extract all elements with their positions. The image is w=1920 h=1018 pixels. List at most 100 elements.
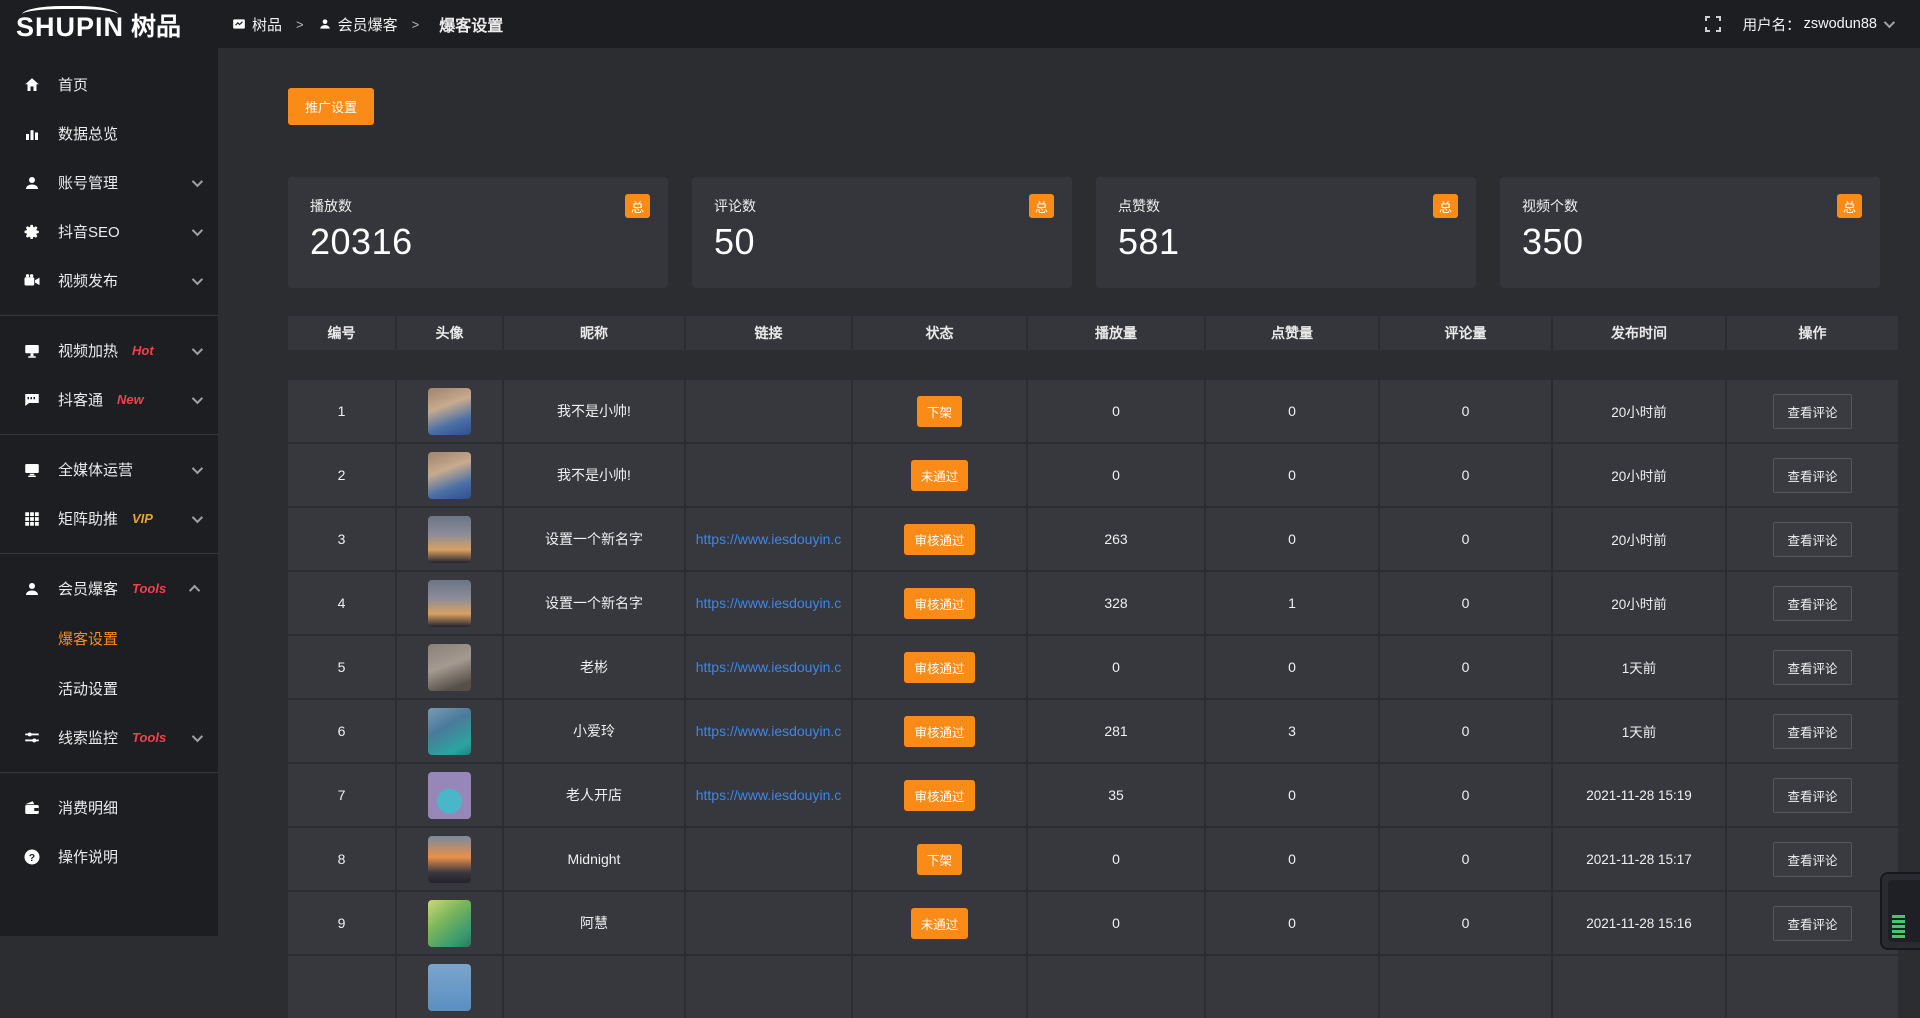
cell-time: 2021-11-28 15:19 [1553,764,1725,826]
breadcrumb-separator: > [296,17,304,32]
promo-settings-button[interactable]: 推广设置 [288,88,374,125]
total-badge: 总 [1029,194,1054,218]
cell-status: 审核通过 [853,572,1026,634]
cell-time: 20小时前 [1553,380,1725,442]
stat-value: 20316 [310,221,646,263]
new-badge: New [117,392,144,407]
status-badge: 审核通过 [904,780,974,811]
avatar [428,836,471,883]
stat-label: 播放数 [310,196,646,216]
sidebar-item-video-heat[interactable]: 视频加热 Hot [0,326,218,375]
cell-link: https://www.iesdouyin.c [686,636,851,698]
video-link[interactable]: https://www.iesdouyin.c [696,595,842,611]
chevron-down-icon [192,273,203,284]
view-comments-button[interactable]: 查看评论 [1773,394,1851,429]
avatar [428,772,471,819]
sidebar-item-account-mgmt[interactable]: 账号管理 [0,158,218,207]
view-comments-button[interactable]: 查看评论 [1773,842,1851,877]
cell-comments: 0 [1380,892,1551,954]
cell-status: 下架 [853,828,1026,890]
cell-likes: 0 [1206,508,1378,570]
sidebar-item-video-publish[interactable]: 视频发布 [0,256,218,305]
sidebar-item-douketong[interactable]: 抖客通 New [0,375,218,424]
video-link[interactable]: https://www.iesdouyin.c [696,787,842,803]
cell-plays: 328 [1028,572,1204,634]
sidebar-item-home[interactable]: 首页 [0,60,218,109]
brand-logo[interactable]: SHUPIN 树品 [0,0,218,54]
cell-action [1727,956,1898,1018]
avatar [428,964,471,1011]
cell-status [853,956,1026,1018]
sidebar-item-label: 消费明细 [58,797,118,818]
cell-comments: 0 [1380,636,1551,698]
topbar-right: 用户名：zswodun88 [1705,14,1892,35]
cell-action: 查看评论 [1727,892,1898,954]
col-header-num: 编号 [288,316,395,350]
video-link[interactable]: https://www.iesdouyin.c [696,659,842,675]
wallet-icon [23,799,41,817]
video-link[interactable]: https://www.iesdouyin.c [696,531,842,547]
sidebar-item-member-baoke[interactable]: 会员爆客 Tools [0,564,218,613]
sidebar-item-data-overview[interactable]: 数据总览 [0,109,218,158]
col-header-action: 操作 [1727,316,1898,350]
sidebar-item-label: 线索监控 [58,727,118,748]
bar-chart-icon [23,125,41,143]
breadcrumb-member-baoke[interactable]: 会员爆客 [318,14,398,35]
sidebar-subitem-baoke-settings[interactable]: 爆客设置 [0,613,218,663]
cell-num: 9 [288,892,395,954]
sidebar-item-douyin-seo[interactable]: 抖音SEO [0,207,218,256]
cell-num: 2 [288,444,395,506]
sidebar-item-all-media[interactable]: 全媒体运营 [0,445,218,494]
cell-nickname: Midnight [504,828,684,890]
cell-nickname: 我不是小帅! [504,444,684,506]
breadcrumb-label: 会员爆客 [338,14,398,35]
video-link[interactable]: https://www.iesdouyin.c [696,723,842,739]
sidebar-item-label: 会员爆客 [58,578,118,599]
cell-time: 20小时前 [1553,508,1725,570]
cell-action: 查看评论 [1727,508,1898,570]
cell-link [686,956,851,1018]
sidebar-item-label: 操作说明 [58,846,118,867]
col-header-comments: 评论量 [1380,316,1551,350]
view-comments-button[interactable]: 查看评论 [1773,714,1851,749]
sidebar-item-label: 账号管理 [58,172,118,193]
cell-action: 查看评论 [1727,380,1898,442]
cell-likes: 0 [1206,636,1378,698]
status-badge: 审核通过 [904,716,974,747]
user-icon [318,17,332,31]
sidebar-item-label: 全媒体运营 [58,459,133,480]
sidebar-item-matrix-boost[interactable]: 矩阵助推 VIP [0,494,218,543]
breadcrumb-home[interactable]: 树品 [232,14,282,35]
cell-comments: 0 [1380,828,1551,890]
view-comments-button[interactable]: 查看评论 [1773,458,1851,493]
view-comments-button[interactable]: 查看评论 [1773,778,1851,813]
cell-plays: 0 [1028,636,1204,698]
cell-likes: 0 [1206,444,1378,506]
sidebar-item-instructions[interactable]: ? 操作说明 [0,832,218,881]
col-header-avatar: 头像 [397,316,502,350]
cell-avatar [397,892,502,954]
cell-avatar [397,700,502,762]
sidebar-subitem-activity-settings[interactable]: 活动设置 [0,663,218,713]
view-comments-button[interactable]: 查看评论 [1773,586,1851,621]
cell-status: 未通过 [853,444,1026,506]
user-menu[interactable]: 用户名：zswodun88 [1743,14,1892,35]
cell-avatar [397,380,502,442]
stat-label: 视频个数 [1522,196,1858,216]
fullscreen-icon[interactable] [1705,16,1721,32]
view-comments-button[interactable]: 查看评论 [1773,522,1851,557]
view-comments-button[interactable]: 查看评论 [1773,906,1851,941]
cell-plays: 281 [1028,700,1204,762]
chevron-down-icon [192,462,203,473]
avatar [428,452,471,499]
avatar [428,580,471,627]
stat-cards: 播放数 20316 总 评论数 50 总 点赞数 581 总 视频个数 350 … [288,177,1880,288]
view-comments-button[interactable]: 查看评论 [1773,650,1851,685]
sidebar-item-clue-monitor[interactable]: 线索监控 Tools [0,713,218,762]
cell-time: 1天前 [1553,636,1725,698]
chevron-down-icon [1884,17,1895,28]
sidebar-item-expense-detail[interactable]: 消费明细 [0,783,218,832]
cell-status: 审核通过 [853,700,1026,762]
cell-num [288,956,395,1018]
cell-comments: 0 [1380,380,1551,442]
